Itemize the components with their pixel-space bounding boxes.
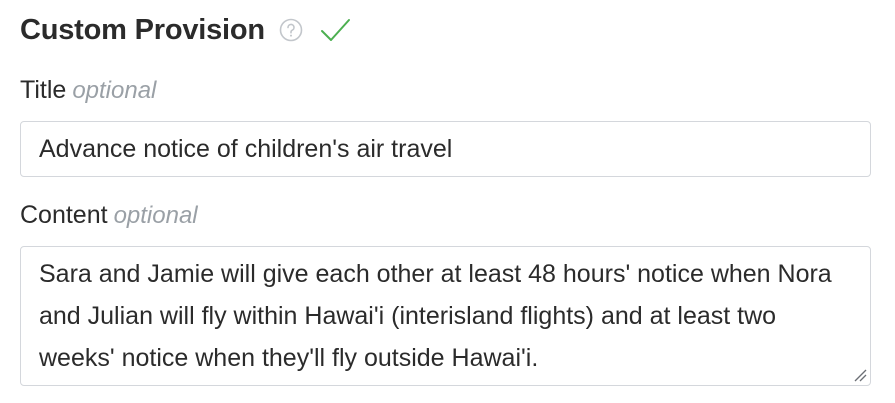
provision-title: Custom Provision	[20, 13, 265, 46]
content-field-label: Content optional	[20, 201, 198, 230]
content-textarea[interactable]: Sara and Jamie will give each other at l…	[20, 246, 871, 386]
content-optional-hint: optional	[113, 202, 198, 229]
content-label-text: Content	[20, 201, 108, 229]
title-optional-hint: optional	[72, 77, 157, 104]
provision-header: Custom Provision	[20, 10, 351, 50]
custom-provision-panel: Custom Provision Titleoptional Contentop…	[0, 0, 895, 403]
question-circle-icon[interactable]	[279, 18, 303, 42]
title-input[interactable]	[20, 121, 871, 177]
title-field-label: Title optional	[20, 76, 156, 105]
resize-grip-icon[interactable]	[853, 368, 867, 382]
title-label-text: Title	[20, 76, 67, 104]
checkmark-icon	[319, 14, 351, 46]
